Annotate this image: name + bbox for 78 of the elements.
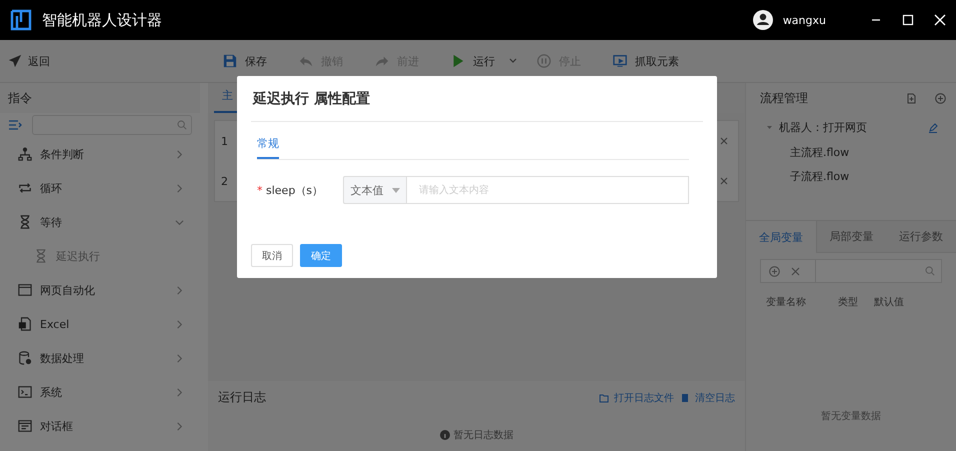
browser-window-icon — [18, 283, 32, 297]
hourglass-icon — [18, 215, 32, 229]
chevron-right-icon — [175, 184, 184, 192]
terminal-icon — [18, 385, 32, 399]
loop-icon — [18, 181, 32, 195]
pencil-icon[interactable] — [928, 122, 938, 132]
tree-item[interactable]: 主流程.flow — [766, 140, 956, 164]
variable-tab[interactable]: 运行参数 — [886, 221, 956, 253]
redo-arrow-icon — [375, 54, 389, 68]
row-number: 2 — [221, 174, 228, 188]
type-select[interactable]: 文本值 — [343, 176, 407, 204]
command-item[interactable]: 等待 — [0, 205, 200, 239]
chevron-right-icon — [175, 320, 184, 328]
tree-node[interactable]: 机器人：打开网页 — [766, 115, 956, 140]
command-item[interactable]: 对话框 — [0, 409, 200, 443]
caret-down-icon — [766, 124, 773, 131]
list-toggle-icon[interactable] — [8, 119, 22, 131]
tree-item[interactable]: 子流程.flow — [766, 164, 956, 188]
new-file-icon[interactable] — [906, 92, 917, 104]
confirm-button[interactable]: 确定 — [300, 244, 342, 267]
caret-down-icon — [392, 188, 400, 192]
empty-message: 暂无变量数据 — [821, 411, 881, 422]
command-item[interactable]: Excel — [0, 307, 200, 341]
window-title: 智能机器人设计器 — [42, 10, 163, 30]
variable-tab[interactable]: 局部变量 — [816, 221, 886, 253]
toolbar-button[interactable]: 运行 — [446, 54, 500, 68]
chevron-right-icon — [175, 422, 184, 430]
paper-plane-icon — [8, 54, 22, 68]
maximize-icon[interactable] — [902, 14, 914, 26]
command-item[interactable]: 数据处理 — [0, 341, 200, 375]
field-label: sleep（s） — [266, 184, 324, 196]
chevron-right-icon — [175, 388, 184, 396]
empty-message: 暂无日志数据 — [454, 428, 514, 442]
log-title: 运行日志 — [218, 389, 267, 406]
hourglass-icon — [34, 249, 48, 263]
add-circle-icon[interactable] — [935, 92, 946, 104]
toolbar-button[interactable]: 保存 — [218, 54, 272, 68]
chevron-right-icon — [175, 286, 184, 294]
spreadsheet-file-icon — [18, 317, 32, 331]
search-field[interactable] — [32, 115, 192, 135]
row-number: 1 — [221, 134, 228, 148]
search-icon — [925, 266, 935, 276]
chevron-right-icon — [175, 150, 184, 158]
command-subitem[interactable]: 延迟执行 — [0, 239, 200, 273]
undo-arrow-icon — [299, 54, 313, 68]
panel-title: 流程管理 — [760, 90, 809, 106]
username: wangxu — [782, 14, 826, 26]
cancel-button[interactable]: 取消 — [251, 244, 293, 267]
chevron-right-icon — [175, 354, 184, 362]
monitor-icon — [613, 54, 627, 68]
play-icon — [451, 54, 465, 68]
column-header: 变量名称 — [766, 296, 807, 309]
log-link[interactable]: 清空日志 — [674, 390, 735, 404]
search-icon — [177, 120, 187, 130]
database-icon — [18, 351, 32, 365]
chevron-down-icon — [175, 218, 184, 226]
command-item[interactable]: 循环 — [0, 171, 200, 205]
toolbar-button[interactable]: 抓取元素 — [608, 54, 684, 68]
command-item[interactable]: 条件判断 — [0, 137, 200, 171]
folder-icon — [599, 392, 609, 402]
pause-icon — [537, 54, 551, 68]
avatar-icon — [752, 10, 773, 30]
command-item[interactable]: 网页自动化 — [0, 273, 200, 307]
hierarchy-icon — [18, 147, 32, 161]
log-link[interactable]: 打开日志文件 — [593, 390, 674, 404]
command-item[interactable]: 系统 — [0, 375, 200, 409]
clipboard-icon — [680, 392, 690, 402]
dialog-window-icon — [18, 419, 32, 433]
panel-title: 指令 — [8, 90, 32, 106]
column-header: 默认值 — [874, 296, 905, 309]
back-button[interactable]: 返回 — [8, 54, 218, 68]
dialog-tab[interactable]: 常规 — [257, 130, 279, 159]
logo-icon — [10, 9, 32, 31]
save-icon — [223, 54, 237, 68]
dialog-title: 延迟执行 属性配置 — [253, 90, 370, 108]
info-icon — [440, 430, 450, 440]
column-header: 类型 — [838, 296, 859, 309]
required-mark: * — [257, 184, 262, 196]
